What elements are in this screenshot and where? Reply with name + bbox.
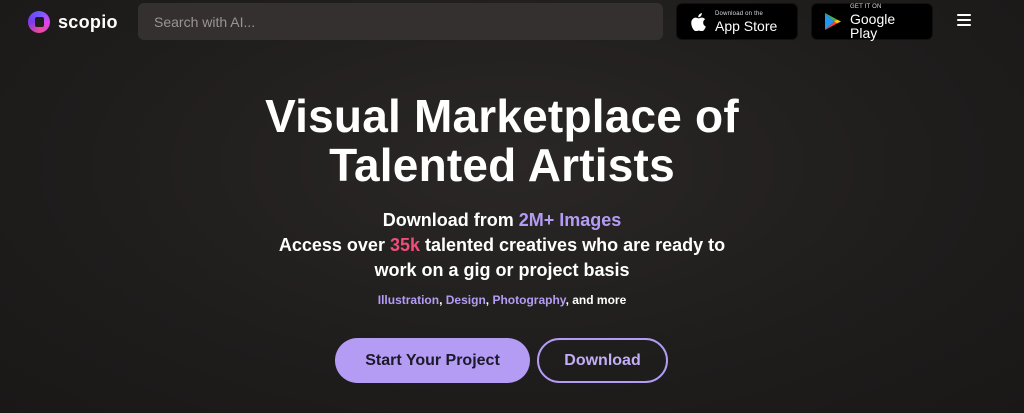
hero-subtitle: Download from 2M+ Images Access over 35k… [0, 208, 1004, 283]
category-links: Illustration, Design, Photography, and m… [0, 293, 1004, 307]
download-button[interactable]: Download [537, 338, 668, 383]
creatives-count-highlight: 35k [389, 235, 420, 255]
subtitle-text: Access over [278, 235, 390, 255]
apple-icon [689, 12, 707, 31]
logo[interactable]: scopio [28, 8, 118, 36]
search-input[interactable] [138, 3, 663, 40]
title-line-2: Talented Artists [329, 139, 675, 191]
google-play-icon [824, 13, 842, 31]
google-play-button[interactable]: GET IT ON Google Play [811, 3, 933, 40]
start-project-button[interactable]: Start Your Project [335, 338, 530, 383]
category-link-photography[interactable]: Photography [492, 293, 565, 307]
top-navbar: scopio Download on the App Store GET IT … [0, 0, 1024, 44]
title-line-1: Visual Marketplace of [265, 90, 739, 142]
images-count-highlight: 2M+ Images [518, 210, 622, 230]
subtitle-line-1: Download from 2M+ Images [0, 208, 1004, 233]
category-link-design[interactable]: Design [446, 293, 486, 307]
category-link-illustration[interactable]: Illustration [378, 293, 439, 307]
app-store-button[interactable]: Download on the App Store [676, 3, 798, 40]
google-play-small-label: GET IT ON [850, 3, 882, 10]
google-play-label: Google Play [850, 10, 896, 41]
category-separator: , [439, 293, 446, 307]
app-store-label: App Store [715, 17, 778, 34]
scopio-logo-icon [28, 11, 50, 33]
subtitle-line-3: work on a gig or project basis [374, 260, 630, 280]
hamburger-menu-icon[interactable] [957, 14, 971, 26]
page-title: Visual Marketplace of Talented Artists [0, 92, 1004, 190]
category-more-text: , and more [565, 293, 627, 307]
subtitle-line-2: Access over 35k talented creatives who a… [0, 233, 1004, 258]
subtitle-text: Download from [382, 210, 519, 230]
logo-text: scopio [58, 11, 118, 32]
app-store-small-label: Download on the [715, 10, 764, 17]
subtitle-text: talented creatives who are ready to [420, 235, 726, 255]
